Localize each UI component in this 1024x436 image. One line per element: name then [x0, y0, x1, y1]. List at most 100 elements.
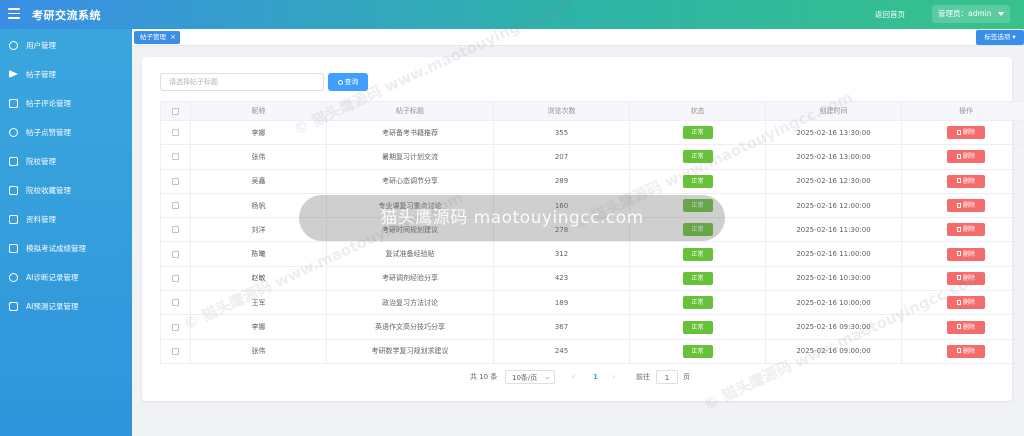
admin-dropdown[interactable]: 管理员：admin — [932, 5, 1010, 23]
sidebar-item-users[interactable]: 用户管理 — [0, 31, 132, 60]
trash-icon — [956, 226, 961, 232]
sidebar-item-materials[interactable]: 资料管理 — [0, 205, 132, 234]
trash-icon — [956, 251, 961, 257]
views-cell: 278 — [493, 217, 630, 243]
sidebar-item-label: 帖子管理 — [26, 70, 56, 79]
comment-icon — [9, 99, 18, 108]
search-button-label: 查询 — [344, 78, 359, 86]
nickname-cell: 李娜 — [190, 314, 327, 340]
sidebar-item-label: 帖子点赞管理 — [26, 128, 71, 137]
table-row: 李娜 考研备考书籍推荐 355 正常 2025-02-16 13:30:00 删… — [160, 120, 1024, 146]
title-cell: 英语作文高分技巧分享 — [326, 314, 494, 340]
top-header: 考研交流系统 返回首页 管理员：admin — [0, 0, 1024, 29]
delete-button[interactable]: 删除 — [947, 271, 985, 285]
row-checkbox[interactable] — [172, 153, 179, 161]
status-badge[interactable]: 正常 — [682, 344, 713, 358]
tab-post-management[interactable]: 帖子管理 × — [134, 31, 180, 44]
row-checkbox[interactable] — [172, 323, 179, 331]
status-badge[interactable]: 正常 — [682, 271, 713, 285]
delete-label: 删除 — [962, 323, 975, 331]
delete-button[interactable]: 删除 — [947, 199, 985, 213]
bookmark-icon — [9, 186, 18, 195]
sidebar-item-label: 资料管理 — [26, 215, 56, 224]
trash-icon — [956, 348, 961, 354]
prev-page-button[interactable]: ‹ — [572, 370, 575, 384]
goto-page-input[interactable]: 1 — [656, 370, 678, 384]
posts-table: 昵称 帖子标题 浏览次数 状态 创建时间 操作 李娜 考研备考书籍推荐 355 … — [160, 101, 1024, 364]
thumb-up-icon — [9, 128, 18, 137]
sidebar-item-school-favorites[interactable]: 院校收藏管理 — [0, 176, 132, 205]
next-page-button[interactable]: › — [612, 370, 615, 384]
select-all-checkbox[interactable] — [172, 107, 179, 115]
table-row: 张伟 暑期复习计划交流 207 正常 2025-02-16 13:00:00 删… — [160, 144, 1024, 170]
delete-label: 删除 — [962, 177, 975, 185]
row-checkbox[interactable] — [172, 129, 179, 137]
delete-label: 删除 — [962, 250, 975, 258]
delete-button[interactable]: 删除 — [947, 126, 985, 140]
page-number-current[interactable]: 1 — [593, 370, 598, 384]
sidebar-item-post-likes[interactable]: 帖子点赞管理 — [0, 118, 132, 147]
menu-toggle-icon[interactable] — [8, 8, 20, 19]
tags-bar: 帖子管理 × 标签选项 ▾ — [132, 29, 1024, 46]
delete-button[interactable]: 删除 — [947, 174, 985, 188]
delete-button[interactable]: 删除 — [947, 344, 985, 358]
row-checkbox[interactable] — [172, 226, 179, 234]
status-badge[interactable]: 正常 — [682, 296, 713, 310]
status-badge[interactable]: 正常 — [682, 199, 713, 213]
table-row: 张伟 考研数学复习规划求建议 245 正常 2025-02-16 09:00:0… — [160, 339, 1024, 364]
delete-label: 删除 — [962, 299, 975, 307]
title-cell: 考研备考书籍推荐 — [326, 120, 494, 146]
delete-button[interactable]: 删除 — [947, 150, 985, 164]
sidebar-item-posts[interactable]: 帖子管理 — [0, 60, 132, 89]
content-card: 查询 昵称 帖子标题 浏览次数 状态 创建时间 操作 李娜 考研备考书籍推荐 3… — [142, 57, 1024, 401]
page-size-select[interactable]: 10条/页 — [505, 370, 555, 384]
close-icon[interactable]: × — [170, 31, 176, 44]
status-badge[interactable]: 正常 — [682, 320, 713, 334]
created-time-cell: 2025-02-16 13:30:00 — [765, 120, 902, 146]
row-checkbox[interactable] — [172, 299, 179, 307]
page-size-value: 10条/页 — [512, 374, 538, 382]
row-checkbox[interactable] — [172, 274, 179, 282]
trash-icon — [956, 153, 961, 159]
row-checkbox[interactable] — [172, 347, 179, 355]
folder-icon — [9, 215, 18, 224]
status-badge[interactable]: 正常 — [682, 247, 713, 261]
row-checkbox[interactable] — [172, 177, 179, 185]
status-badge[interactable]: 正常 — [682, 223, 713, 237]
status-badge[interactable]: 正常 — [682, 126, 713, 140]
search-button[interactable]: 查询 — [328, 73, 368, 91]
status-badge[interactable]: 正常 — [682, 174, 713, 188]
column-header: 状态 — [629, 101, 766, 121]
title-cell: 专业课复习重点讨论 — [326, 193, 494, 219]
building-icon — [9, 157, 18, 166]
views-cell: 312 — [493, 241, 630, 267]
table-row: 李娜 英语作文高分技巧分享 367 正常 2025-02-16 09:30:00… — [160, 314, 1024, 340]
delete-button[interactable]: 删除 — [947, 247, 985, 261]
post-title-search-input[interactable] — [160, 73, 324, 91]
delete-button[interactable]: 删除 — [947, 296, 985, 310]
tag-options-button[interactable]: 标签选项 ▾ — [976, 30, 1024, 45]
created-time-cell: 2025-02-16 10:00:00 — [765, 290, 902, 316]
nickname-cell: 李娜 — [190, 120, 327, 146]
sidebar-item-post-comments[interactable]: 帖子评论管理 — [0, 89, 132, 118]
home-link[interactable]: 返回首页 — [875, 9, 905, 20]
sidebar-item-ai-prediction[interactable]: AI预测记录管理 — [0, 292, 132, 321]
sidebar-item-ai-diagnosis[interactable]: AI诊断记录管理 — [0, 263, 132, 292]
trash-icon — [956, 202, 961, 208]
table-row: 陈曦 复试准备经验贴 312 正常 2025-02-16 11:00:00 删除 — [160, 241, 1024, 267]
row-checkbox[interactable] — [172, 202, 179, 210]
created-time-cell: 2025-02-16 13:00:00 — [765, 144, 902, 170]
views-cell: 423 — [493, 266, 630, 292]
app-title: 考研交流系统 — [32, 9, 101, 22]
send-icon — [9, 70, 18, 78]
sidebar-item-mock-exam-scores[interactable]: 模拟考试成绩管理 — [0, 234, 132, 263]
table-row: 赵敏 考研调剂经验分享 423 正常 2025-02-16 10:30:00 删… — [160, 266, 1024, 292]
delete-button[interactable]: 删除 — [947, 320, 985, 334]
nickname-cell: 张伟 — [190, 339, 327, 364]
delete-button[interactable]: 删除 — [947, 223, 985, 237]
views-cell: 160 — [493, 193, 630, 219]
status-badge[interactable]: 正常 — [682, 150, 713, 164]
row-checkbox[interactable] — [172, 250, 179, 258]
sidebar-item-schools[interactable]: 院校管理 — [0, 147, 132, 176]
created-time-cell: 2025-02-16 09:30:00 — [765, 314, 902, 340]
